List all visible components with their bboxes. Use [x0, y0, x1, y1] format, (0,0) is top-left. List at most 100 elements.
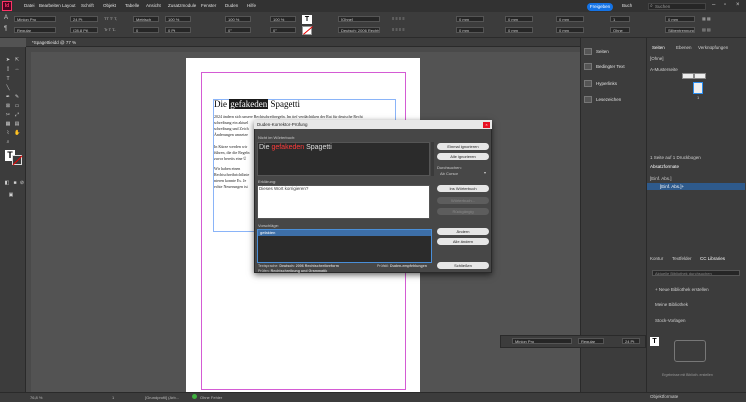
line-tool-icon[interactable]: ╲	[5, 85, 11, 91]
zoom-tool-icon[interactable]: ⌕	[5, 139, 11, 145]
conditional-text-label[interactable]: Bedingter Text	[596, 64, 625, 69]
baseline-field[interactable]: 0 Pt	[165, 27, 191, 33]
left-indent-field[interactable]: 0 mm	[456, 16, 484, 22]
gap-tool-icon[interactable]: ↔	[14, 66, 20, 72]
change-all-button[interactable]: Alle ändern	[437, 238, 489, 245]
dictionary-button[interactable]: Wörterbuch...	[437, 197, 489, 204]
search-scope-select[interactable]: Ab Cursor	[440, 171, 458, 176]
paragraph-style-item-selected[interactable]: [Einf. Abs.]+	[660, 184, 684, 189]
note-tool-icon[interactable]: ▤	[14, 121, 20, 127]
menu-schrift[interactable]: Schrift	[81, 3, 94, 8]
close-icon[interactable]: ×	[736, 2, 740, 8]
skew-field[interactable]: 0°	[225, 27, 251, 33]
tab-cc-libraries[interactable]: CC Libraries	[700, 256, 725, 261]
underline-icon[interactable]: Tr T T̶	[104, 27, 115, 32]
char-panel-style[interactable]: Regular	[578, 338, 604, 344]
not-in-dict-scrollbar[interactable]	[431, 142, 434, 176]
auto-field[interactable]: Ohne	[610, 27, 630, 33]
headline[interactable]: Die gefakeden Spagetti	[214, 99, 300, 109]
caps-icon[interactable]: TT T' T,	[104, 16, 117, 21]
fill-text-icon[interactable]: T	[302, 15, 312, 24]
pen-tool-icon[interactable]: ✒	[5, 94, 11, 100]
apply-color-icon[interactable]: ■	[12, 180, 18, 186]
tab-pages[interactable]: Seiten	[652, 45, 665, 50]
menu-fenster[interactable]: Fenster	[201, 3, 216, 8]
document-tab[interactable]: *Spagettieidd @ 77 %	[32, 40, 76, 45]
ignore-once-button[interactable]: Einmal ignorieren	[437, 143, 489, 150]
font-style-field[interactable]: Regular	[14, 27, 56, 33]
drop-cap-field[interactable]: 0 mm	[665, 16, 695, 22]
suggestion-item[interactable]: gefakten	[258, 230, 431, 236]
menu-ansicht[interactable]: Ansicht	[146, 3, 161, 8]
tab-links[interactable]: Verknüpfungen	[698, 45, 728, 50]
character-mode-icon[interactable]: A	[4, 15, 8, 21]
tab-stroke[interactable]: Kontur	[650, 256, 663, 261]
hyperlinks-label[interactable]: Hyperlinks	[596, 81, 617, 86]
menu-bearbeiten[interactable]: Bearbeiten	[39, 3, 61, 8]
library-item[interactable]: Meine Bibliothek	[655, 302, 688, 307]
pages-panel-label[interactable]: Seiten	[596, 49, 609, 54]
preflight-status[interactable]: Ohne Fehler	[200, 395, 222, 400]
chevron-down-icon[interactable]: ▾	[484, 170, 486, 175]
menu-datei[interactable]: Datei	[24, 3, 35, 8]
menu-objekt[interactable]: Objekt	[103, 3, 116, 8]
workspace-label[interactable]: Buch	[622, 3, 632, 8]
a-master[interactable]: A-Musterseite	[650, 67, 678, 72]
master-page-thumb-right[interactable]	[694, 73, 706, 79]
master-page-thumb-left[interactable]	[682, 73, 694, 79]
direct-selection-tool-icon[interactable]: ⇱	[14, 57, 20, 63]
leading-field[interactable]: (28,8 Pt)	[70, 27, 98, 33]
zoom-level[interactable]: 76,8 %	[30, 395, 42, 400]
tab-textframes[interactable]: Textfelder	[672, 256, 692, 261]
menu-zusatzmodule[interactable]: Zusatzmodule	[168, 3, 196, 8]
hyphenation-field[interactable]: Silbentrennung	[665, 27, 695, 33]
menu-hilfe[interactable]: Hilfe	[247, 3, 256, 8]
paragraph-style-item[interactable]: [Einf. Abs.]	[650, 176, 672, 181]
bookmarks-label[interactable]: Lesezeichen	[596, 97, 621, 102]
tab-paragraph-styles[interactable]: Absatzformate	[650, 164, 679, 169]
right-indent-field[interactable]: 0 mm	[505, 16, 533, 22]
font-size-field[interactable]: 24 Pt	[70, 16, 98, 22]
new-library-button[interactable]: + Neue Bibliothek erstellen	[655, 287, 709, 292]
type-tool-icon[interactable]: T	[5, 76, 11, 82]
hand-tool-icon[interactable]: ✋	[14, 130, 20, 136]
hyperlinks-icon[interactable]	[584, 80, 592, 87]
undo-button[interactable]: Rückgängig	[437, 208, 489, 215]
highlighted-word[interactable]: gefakeden	[229, 99, 269, 109]
none-master[interactable]: [Ohne]	[650, 56, 664, 61]
tracking-field[interactable]: 0	[133, 27, 159, 33]
horizontal-scale-field[interactable]: 100 %	[225, 16, 251, 22]
conditional-text-icon[interactable]	[584, 63, 592, 70]
font-field[interactable]: Minion Pro	[14, 16, 56, 22]
page-tool-icon[interactable]: ▯	[5, 66, 11, 72]
add-to-dictionary-button[interactable]: Ins Wörterbuch	[437, 185, 489, 192]
char-panel-fill-icon[interactable]: T	[650, 337, 659, 346]
gradient-tool-icon[interactable]: ▦	[5, 121, 11, 127]
view-mode-icon[interactable]: ▣	[8, 192, 14, 198]
dialog-close-button[interactable]: ×	[483, 122, 490, 128]
library-item[interactable]: Stock-Vorlagen	[655, 318, 686, 323]
page-thumb-1[interactable]	[693, 82, 703, 94]
align-justify-icon[interactable]: ≡ ≡ ≡ ≡	[392, 27, 405, 32]
preflight-profile[interactable]: [Grundprofil] (Arb...	[145, 395, 179, 400]
library-search-input[interactable]: Aktuelle Bibliothek durchsuchen	[652, 270, 740, 276]
change-button[interactable]: Ändern	[437, 228, 489, 235]
menu-layout[interactable]: Layout	[62, 3, 76, 8]
rectangle-frame-tool-icon[interactable]: ⊠	[5, 103, 11, 109]
char-panel-font[interactable]: Minion Pro	[512, 338, 572, 344]
vertical-ruler[interactable]	[26, 52, 31, 392]
page-number[interactable]: 1	[112, 395, 114, 400]
selection-tool-icon[interactable]: ➤	[5, 57, 11, 63]
kerning-field[interactable]: Metrisch	[133, 16, 159, 22]
stroke-text-icon[interactable]	[302, 26, 313, 35]
bookmarks-icon[interactable]	[584, 96, 592, 103]
menu-tabelle[interactable]: Tabelle	[125, 3, 139, 8]
transform-tool-icon[interactable]: ⤢	[14, 112, 20, 118]
eyedropper-tool-icon[interactable]: ⌇	[5, 130, 11, 136]
ignore-all-button[interactable]: Alle ignorieren	[437, 153, 489, 160]
space-after-field[interactable]: 0 mm	[556, 27, 584, 33]
last-line-indent-field[interactable]: 0 mm	[505, 27, 533, 33]
share-button[interactable]: Freigeben	[587, 3, 613, 11]
vertical-scale-field[interactable]: 100 %	[165, 16, 191, 22]
pencil-tool-icon[interactable]: ✎	[14, 94, 20, 100]
